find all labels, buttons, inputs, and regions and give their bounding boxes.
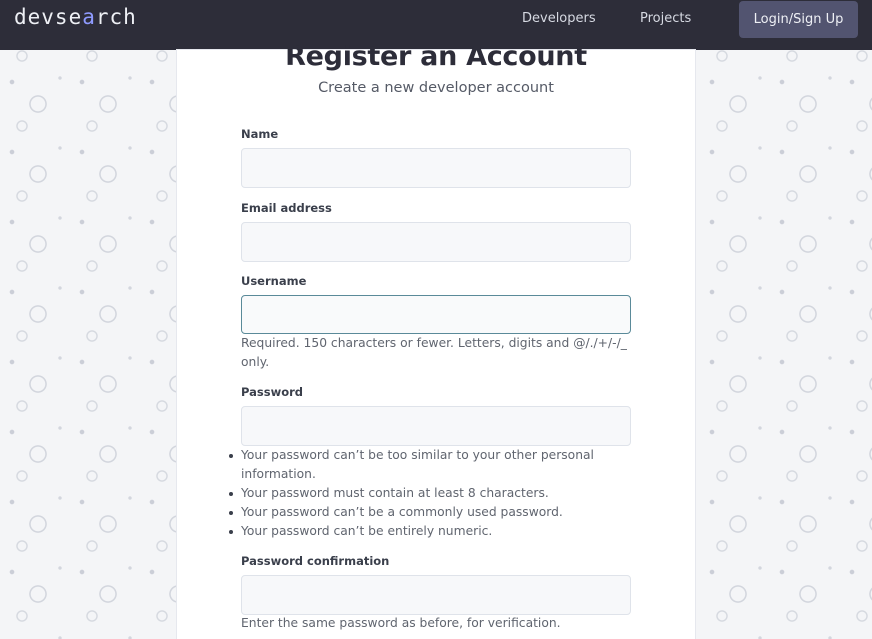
password-confirmation-label: Password confirmation: [241, 554, 390, 568]
nav-link-projects[interactable]: Projects: [640, 11, 691, 26]
register-card: Register an Account Create a new develop…: [177, 41, 695, 639]
email-label: Email address: [241, 201, 332, 215]
email-field[interactable]: [241, 222, 631, 262]
name-label: Name: [241, 127, 279, 141]
password-rule: Your password can’t be too similar to yo…: [229, 446, 631, 484]
login-signup-button[interactable]: Login/Sign Up: [739, 1, 858, 38]
username-help-text: Required. 150 characters or fewer. Lette…: [241, 336, 627, 369]
password-rule: Your password must contain at least 8 ch…: [229, 484, 631, 503]
username-label: Username: [241, 274, 307, 288]
username-field[interactable]: [241, 295, 631, 334]
password-rule: Your password can’t be a commonly used p…: [229, 503, 631, 522]
nav-link-developers[interactable]: Developers: [522, 11, 596, 26]
magnifier-icon: a: [82, 5, 96, 29]
page-title: Register an Account: [285, 41, 587, 72]
password-field[interactable]: [241, 406, 631, 446]
password-rule: Your password can’t be entirely numeric.: [229, 522, 631, 541]
logo-text-prefix: devse: [14, 5, 83, 29]
password-rules-list: Your password can’t be too similar to yo…: [229, 446, 631, 541]
logo[interactable]: devsearch: [14, 5, 137, 29]
password-confirmation-help-text: Enter the same password as before, for v…: [241, 616, 561, 630]
password-label: Password: [241, 385, 303, 399]
password-confirmation-field[interactable]: [241, 575, 631, 615]
page-subtitle: Create a new developer account: [318, 80, 554, 96]
name-field[interactable]: [241, 148, 631, 188]
logo-text-suffix: rch: [95, 5, 137, 29]
